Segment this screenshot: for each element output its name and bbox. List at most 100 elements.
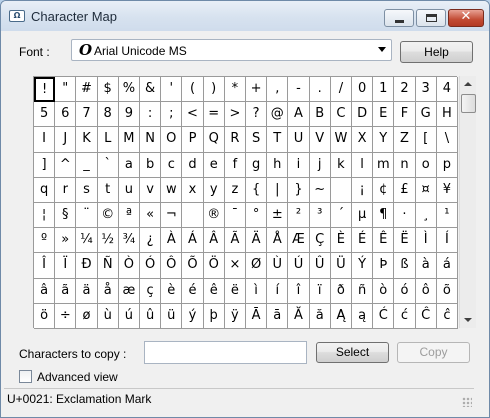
help-button[interactable]: Help xyxy=(400,41,473,63)
character-cell[interactable]: à xyxy=(415,253,437,279)
character-cell[interactable]: 7 xyxy=(76,102,98,128)
character-cell[interactable]: o xyxy=(415,152,437,178)
character-cell[interactable]: ª xyxy=(118,203,140,229)
character-cell[interactable]: ¾ xyxy=(118,228,140,254)
characters-to-copy-input[interactable] xyxy=(144,341,307,364)
character-cell[interactable]: X xyxy=(352,127,374,153)
character-cell[interactable]: , xyxy=(267,77,289,103)
character-cell[interactable]: Ý xyxy=(352,253,374,279)
character-cell[interactable]: ì xyxy=(246,278,268,304)
character-cell[interactable]: V xyxy=(309,127,331,153)
character-cell[interactable]: ý xyxy=(182,303,204,329)
character-cell-selected[interactable]: ! xyxy=(34,77,56,103)
advanced-view-checkbox[interactable] xyxy=(19,370,32,383)
character-cell[interactable]: p xyxy=(436,152,458,178)
character-cell[interactable]: @ xyxy=(267,102,289,128)
character-cell[interactable]: § xyxy=(55,203,77,229)
character-cell[interactable]: + xyxy=(246,77,268,103)
character-cell[interactable]: I xyxy=(34,127,56,153)
character-cell[interactable]: q xyxy=(34,177,56,203)
character-cell[interactable]: ÷ xyxy=(55,303,77,329)
character-cell[interactable]: r xyxy=(55,177,77,203)
character-cell[interactable]: ² xyxy=(288,203,310,229)
character-cell[interactable]: = xyxy=(203,102,225,128)
character-cell[interactable]: a xyxy=(118,152,140,178)
character-cell[interactable]: É xyxy=(352,228,374,254)
character-cell[interactable]: õ xyxy=(436,278,458,304)
character-cell[interactable]: º xyxy=(34,228,56,254)
character-cell[interactable]: þ xyxy=(203,303,225,329)
character-cell[interactable]: ô xyxy=(415,278,437,304)
character-cell[interactable]: ÿ xyxy=(224,303,246,329)
character-cell[interactable]: í xyxy=(267,278,289,304)
character-cell[interactable]: Û xyxy=(309,253,331,279)
character-cell[interactable]: ß xyxy=(394,253,416,279)
character-cell[interactable]: È xyxy=(330,228,352,254)
character-cell[interactable]: i xyxy=(288,152,310,178)
character-cell[interactable]: U xyxy=(288,127,310,153)
character-cell[interactable]: z xyxy=(224,177,246,203)
character-cell[interactable]: ? xyxy=(246,102,268,128)
character-cell[interactable]: Q xyxy=(203,127,225,153)
character-cell[interactable]: B xyxy=(309,102,331,128)
character-cell[interactable]: [ xyxy=(415,127,437,153)
character-cell[interactable]: 9 xyxy=(118,102,140,128)
character-cell[interactable]: Ú xyxy=(288,253,310,279)
character-cell[interactable]: · xyxy=(394,203,416,229)
character-cell[interactable]: © xyxy=(97,203,119,229)
character-cell[interactable]: ] xyxy=(34,152,56,178)
character-cell[interactable]: / xyxy=(330,77,352,103)
resize-grip-icon[interactable] xyxy=(462,397,472,407)
character-cell[interactable]: \ xyxy=(436,127,458,153)
character-cell[interactable]: 4 xyxy=(436,77,458,103)
character-cell[interactable]: û xyxy=(140,303,162,329)
character-cell[interactable]: ą xyxy=(352,303,374,329)
character-cell[interactable]: ` xyxy=(97,152,119,178)
character-cell[interactable]: D xyxy=(352,102,374,128)
character-cell[interactable]: ã xyxy=(55,278,77,304)
character-cell[interactable]: n xyxy=(394,152,416,178)
copy-button[interactable]: Copy xyxy=(397,342,470,363)
character-cell[interactable]: Ô xyxy=(161,253,183,279)
character-cell[interactable]: P xyxy=(182,127,204,153)
character-cell[interactable]: Õ xyxy=(182,253,204,279)
character-cell[interactable]: ï xyxy=(309,278,331,304)
character-cell[interactable]: N xyxy=(140,127,162,153)
character-cell[interactable]: â xyxy=(34,278,56,304)
character-cell[interactable]: R xyxy=(224,127,246,153)
character-cell[interactable]: ĉ xyxy=(436,303,458,329)
character-cell[interactable]: Î xyxy=(34,253,56,279)
chevron-down-icon[interactable] xyxy=(378,47,386,52)
character-cell[interactable]: ; xyxy=(161,102,183,128)
character-cell[interactable]: Ä xyxy=(246,228,268,254)
character-cell[interactable]: Ï xyxy=(55,253,77,279)
character-cell[interactable]: > xyxy=(224,102,246,128)
character-cell[interactable]: Ã xyxy=(224,228,246,254)
character-cell[interactable]: ā xyxy=(267,303,289,329)
character-cell[interactable]: : xyxy=(140,102,162,128)
character-cell[interactable]: ) xyxy=(203,77,225,103)
character-cell[interactable]: g xyxy=(246,152,268,178)
character-cell[interactable]: 2 xyxy=(394,77,416,103)
character-cell[interactable]: ¼ xyxy=(76,228,98,254)
scroll-down-arrow-icon[interactable] xyxy=(464,318,472,322)
character-cell[interactable]: ´ xyxy=(330,203,352,229)
character-cell[interactable]: Þ xyxy=(373,253,395,279)
character-cell[interactable]: ç xyxy=(140,278,162,304)
character-cell[interactable]: ¸ xyxy=(415,203,437,229)
character-cell[interactable]: s xyxy=(76,177,98,203)
character-cell[interactable]: Ø xyxy=(246,253,268,279)
character-cell[interactable]: 1 xyxy=(373,77,395,103)
character-cell[interactable]: E xyxy=(373,102,395,128)
character-cell[interactable]: £ xyxy=(394,177,416,203)
title-bar[interactable]: Ω Character Map ✕ xyxy=(1,1,489,31)
character-cell[interactable]: $ xyxy=(97,77,119,103)
font-dropdown[interactable]: O Arial Unicode MS xyxy=(71,39,392,61)
character-cell[interactable]: ¯ xyxy=(224,203,246,229)
character-cell[interactable]: Ò xyxy=(118,253,140,279)
character-cell[interactable]: } xyxy=(288,177,310,203)
character-cell[interactable]: ¶ xyxy=(373,203,395,229)
grid-scrollbar[interactable] xyxy=(459,76,476,328)
character-cell[interactable]: { xyxy=(246,177,268,203)
maximize-button[interactable] xyxy=(416,9,446,27)
